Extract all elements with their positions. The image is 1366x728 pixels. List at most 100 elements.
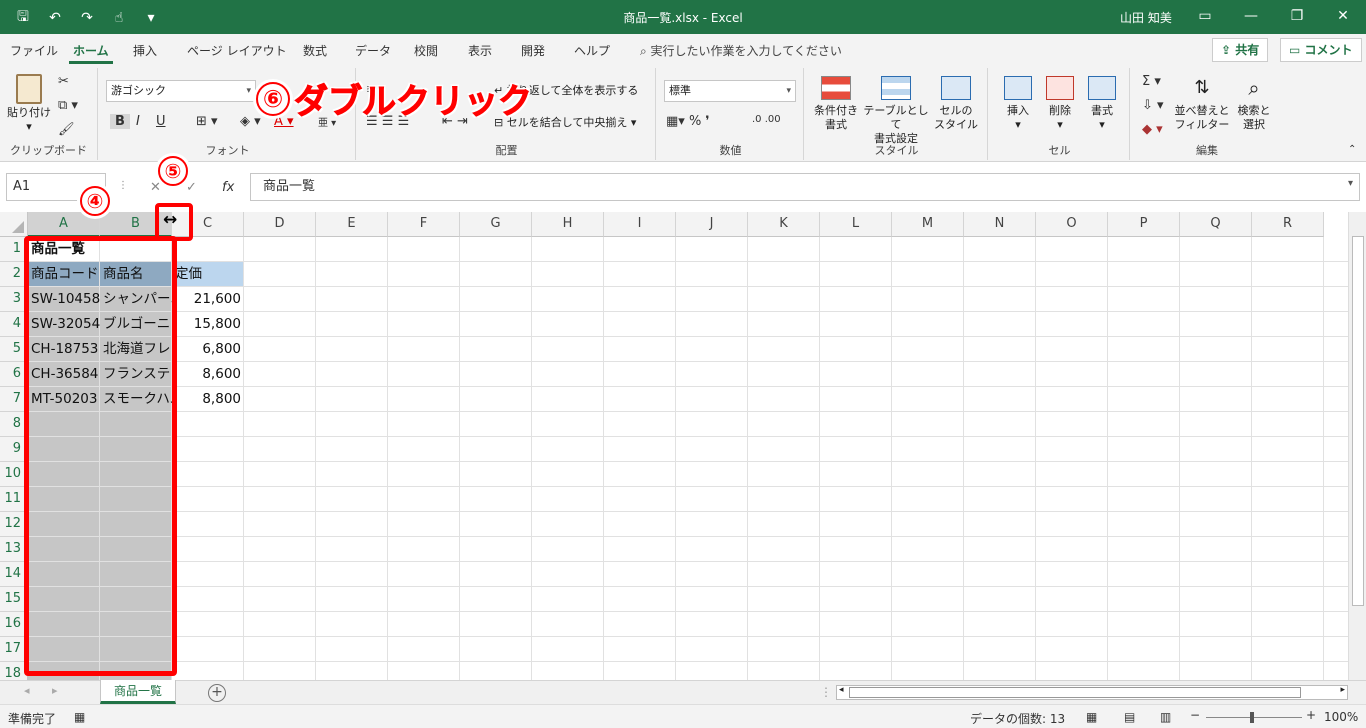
paste-button[interactable]: 貼り付け ▾ xyxy=(6,74,52,134)
column-header-q[interactable]: Q xyxy=(1180,212,1252,237)
tell-me-search[interactable]: ⌕ 実行したい作業を入力してください xyxy=(640,42,842,59)
column-header-r[interactable]: R xyxy=(1252,212,1324,237)
tab-file[interactable]: ファイル xyxy=(10,42,58,59)
zoom-in-icon[interactable]: + xyxy=(1306,708,1316,722)
expand-formula-icon[interactable]: ▾ xyxy=(1348,178,1353,189)
format-button[interactable]: 書式 ▾ xyxy=(1082,76,1122,132)
zoom-slider[interactable] xyxy=(1206,717,1302,718)
user-name[interactable]: 山田 知美 xyxy=(1120,9,1172,26)
tab-formulas[interactable]: 数式 xyxy=(303,42,327,59)
comment-button[interactable]: ▭ コメント xyxy=(1280,38,1362,62)
font-label: フォント xyxy=(205,144,250,157)
horizontal-scrollbar[interactable]: ◂ ▸ xyxy=(836,685,1348,700)
delete-button[interactable]: 削除 ▾ xyxy=(1040,76,1080,132)
sheet-tab-product-list[interactable]: 商品一覧 xyxy=(100,680,176,704)
fill-icon[interactable]: ⇩ ▾ xyxy=(1142,98,1164,113)
select-all-button[interactable] xyxy=(0,212,28,237)
autosum-icon[interactable]: Σ ▾ xyxy=(1142,74,1161,89)
insert-function-button[interactable]: fx xyxy=(222,180,234,195)
zoom-out-icon[interactable]: − xyxy=(1190,708,1200,722)
borders-icon[interactable]: ⊞ ▾ xyxy=(196,114,218,129)
find-icon: ⌕ xyxy=(1248,76,1260,100)
clear-icon[interactable]: ◆ ▾ xyxy=(1142,122,1163,137)
tab-insert[interactable]: 挿入 xyxy=(133,42,157,59)
tab-data[interactable]: データ xyxy=(355,42,391,59)
copy-icon[interactable]: ⧉ ▾ xyxy=(58,98,78,113)
enter-icon[interactable]: ✓ xyxy=(186,180,197,195)
gridline xyxy=(1179,237,1180,680)
tab-scroll-left-icon[interactable]: ◂ xyxy=(24,684,30,697)
font-name-select[interactable]: 游ゴシック xyxy=(106,80,256,102)
gridline xyxy=(1323,237,1324,680)
format-painter-icon[interactable]: 🖌 xyxy=(58,122,75,137)
column-header-e[interactable]: E xyxy=(316,212,388,237)
page-break-view-icon[interactable]: ▥ xyxy=(1160,710,1171,724)
find-select-button[interactable]: ⌕ 検索と 選択 xyxy=(1232,76,1276,132)
tab-developer[interactable]: 開発 xyxy=(521,42,545,59)
close-icon[interactable]: ✕ xyxy=(1320,0,1366,34)
column-header-j[interactable]: J xyxy=(676,212,748,237)
column-header-a[interactable]: A xyxy=(28,212,100,237)
collapse-ribbon-icon[interactable]: ⌃ xyxy=(1348,144,1356,155)
italic-button[interactable]: I xyxy=(136,114,140,129)
sort-filter-button[interactable]: ⇅ 並べ替えと フィルター xyxy=(1174,76,1230,132)
column-header-h[interactable]: H xyxy=(532,212,604,237)
insert-button[interactable]: 挿入 ▾ xyxy=(998,76,1038,132)
accounting-icon[interactable]: ▦▾ % ❜ xyxy=(666,114,710,129)
restore-icon[interactable]: ❐ xyxy=(1274,0,1320,34)
tab-page-layout[interactable]: ページ レイアウト xyxy=(187,42,287,59)
cell-price[interactable]: 21,600 xyxy=(172,287,244,312)
vertical-scrollbar[interactable] xyxy=(1348,212,1366,680)
cell-price[interactable]: 8,600 xyxy=(172,362,244,387)
formula-input[interactable]: 商品一覧 xyxy=(250,173,1360,201)
tab-review[interactable]: 校閲 xyxy=(414,42,438,59)
minimize-icon[interactable]: — xyxy=(1228,0,1274,34)
tab-home[interactable]: ホーム xyxy=(69,42,113,64)
horizontal-scroll-thumb[interactable] xyxy=(849,687,1301,698)
column-header-l[interactable]: L xyxy=(820,212,892,237)
share-button[interactable]: ⇪ 共有 xyxy=(1212,38,1269,62)
page-layout-view-icon[interactable]: ▤ xyxy=(1124,710,1135,724)
cells-label: セル xyxy=(1048,144,1071,157)
macro-record-icon[interactable]: ▦ xyxy=(74,710,85,724)
worksheet-grid[interactable]: A B C D E F G H I J K L M N O P Q R 1 2 3 4 5 6 7 8 9 10 11 12 13 14 15 1… xyxy=(0,212,1348,680)
gridline xyxy=(28,536,1348,537)
vertical-scroll-thumb[interactable] xyxy=(1352,236,1364,606)
zoom-slider-knob[interactable] xyxy=(1250,712,1254,723)
tab-view[interactable]: 表示 xyxy=(468,42,492,59)
scroll-right-icon[interactable]: ▸ xyxy=(1340,685,1345,695)
column-header-f[interactable]: F xyxy=(388,212,460,237)
decimal-icon[interactable]: .0 .00 xyxy=(752,114,781,125)
column-header-g[interactable]: G xyxy=(460,212,532,237)
number-format-select[interactable]: 標準 xyxy=(664,80,796,102)
fill-color-icon[interactable]: ◈ ▾ xyxy=(240,114,261,129)
cell-styles-button[interactable]: セルの スタイル xyxy=(932,76,980,132)
column-header-n[interactable]: N xyxy=(964,212,1036,237)
cell-price[interactable]: 6,800 xyxy=(172,337,244,362)
column-header-k[interactable]: K xyxy=(748,212,820,237)
bold-button[interactable]: B xyxy=(110,114,130,129)
cut-icon[interactable]: ✂ xyxy=(58,74,69,89)
column-header-o[interactable]: O xyxy=(1036,212,1108,237)
tab-scroll-right-icon[interactable]: ▸ xyxy=(52,684,58,697)
cell-price[interactable]: 8,800 xyxy=(172,387,244,412)
step-5-badge: ⑤ xyxy=(158,156,188,186)
format-as-table-button[interactable]: テーブルとして 書式設定 xyxy=(862,76,930,146)
cell-price[interactable]: 15,800 xyxy=(172,312,244,337)
conditional-format-button[interactable]: 条件付き 書式 xyxy=(812,76,860,132)
tab-help[interactable]: ヘルプ xyxy=(574,42,610,59)
zoom-level[interactable]: 100% xyxy=(1324,710,1358,724)
underline-button[interactable]: U xyxy=(156,114,166,129)
header-cell-price[interactable]: 定価 xyxy=(172,262,244,287)
column-header-p[interactable]: P xyxy=(1108,212,1180,237)
column-header-d[interactable]: D xyxy=(244,212,316,237)
scroll-left-icon[interactable]: ◂ xyxy=(839,685,844,695)
font-color-icon[interactable]: A ▾ xyxy=(274,114,294,129)
column-header-i[interactable]: I xyxy=(604,212,676,237)
new-sheet-icon[interactable]: + xyxy=(208,684,226,702)
ribbon-display-icon[interactable]: ▭ xyxy=(1182,0,1228,34)
column-header-m[interactable]: M xyxy=(892,212,964,237)
normal-view-icon[interactable]: ▦ xyxy=(1086,710,1097,724)
split-handle-icon[interactable]: ⋮ xyxy=(820,685,832,699)
cancel-icon[interactable]: ✕ xyxy=(150,180,161,195)
